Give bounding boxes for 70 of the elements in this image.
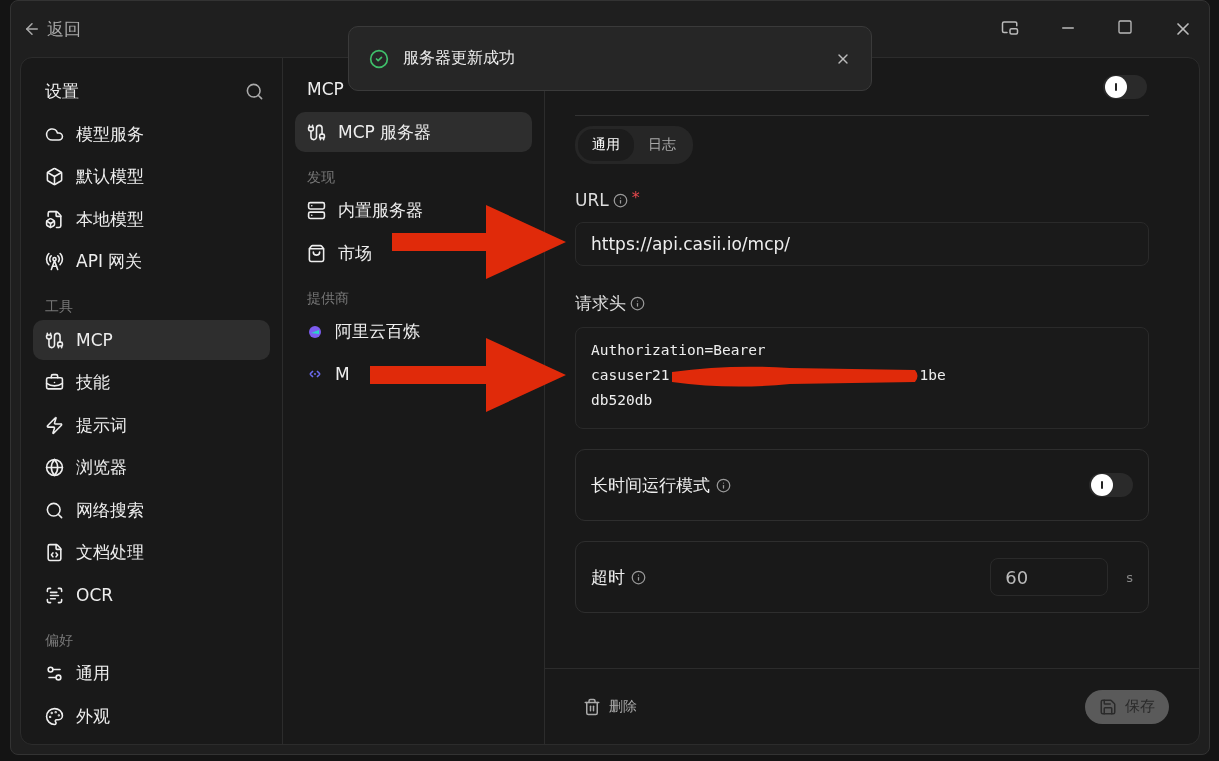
trash-icon — [583, 697, 601, 716]
globe-icon — [45, 458, 64, 477]
sidebar-item[interactable]: API 网关 — [33, 241, 270, 282]
info-icon[interactable] — [612, 192, 628, 208]
header-text: casuser21 — [591, 366, 670, 385]
sidebar-item[interactable]: 文档处理 — [33, 532, 270, 573]
briefcase-icon — [45, 373, 64, 392]
code-file-icon — [45, 543, 64, 562]
info-icon[interactable] — [631, 569, 646, 585]
save-icon — [1099, 697, 1117, 716]
field-label: URL — [575, 190, 609, 210]
sidebar-item[interactable]: 提示词 — [33, 405, 270, 445]
antenna-icon — [45, 252, 64, 271]
section-heading: 偏好 — [44, 630, 74, 650]
nav-item[interactable]: M — [295, 354, 362, 394]
setting-label: 超时 — [591, 565, 625, 589]
headers-field[interactable]: Authorization=Bearer casuser21 1be db520db — [575, 327, 1149, 429]
toggle-switch[interactable] — [1103, 74, 1147, 99]
header-text: Authorization=Bearer — [591, 341, 766, 360]
section-title: MCP — [307, 79, 344, 99]
nav-item[interactable]: 市场 — [295, 233, 384, 273]
tab[interactable]: 日志 — [634, 129, 690, 161]
plug-icon — [45, 330, 64, 350]
sidebar-item[interactable]: 网络搜索 — [33, 490, 270, 530]
delete-button[interactable]: 删除 — [577, 696, 643, 717]
cube-icon — [45, 167, 64, 186]
back-button[interactable]: 返回 — [23, 17, 81, 41]
required-mark: * — [631, 187, 640, 207]
field-label: 请求头 — [575, 292, 626, 315]
sidebar-item[interactable]: 本地模型 — [33, 199, 270, 239]
picture-in-picture-icon[interactable] — [1001, 19, 1019, 37]
sidebar-item[interactable]: 浏览器 — [33, 447, 270, 488]
shopping-bag-icon — [307, 243, 326, 263]
sidebar-item[interactable]: 模型服务 — [33, 114, 270, 154]
maximize-icon[interactable] — [1117, 19, 1133, 35]
sidebar-item[interactable]: 默认模型 — [33, 156, 270, 197]
search-icon — [45, 500, 64, 520]
sliders-icon — [45, 664, 64, 683]
search-icon[interactable] — [245, 81, 264, 101]
server-icon — [307, 201, 326, 220]
toast-message: 服务器更新成功 — [403, 48, 515, 69]
sidebar-item[interactable]: 技能 — [33, 362, 270, 403]
tab[interactable]: 通用 — [578, 129, 634, 161]
setting-label: 长时间运行模式 — [591, 473, 710, 497]
section-heading: 工具 — [44, 297, 74, 316]
header-text: db520db — [591, 391, 653, 410]
scan-icon — [45, 585, 64, 605]
nav-item[interactable]: 内置服务器 — [295, 190, 435, 231]
info-icon[interactable] — [630, 296, 645, 311]
sidebar-item[interactable]: 通用 — [33, 653, 270, 694]
nav-item[interactable]: 阿里云百炼 — [295, 311, 432, 352]
sidebar-item[interactable]: OCR — [33, 575, 270, 615]
palette-icon — [45, 706, 64, 726]
file-box-icon — [45, 209, 64, 229]
section-heading: 提供商 — [306, 288, 350, 308]
unit-label: s — [1126, 569, 1133, 585]
url-field[interactable]: https://api.casii.io/mcp/ — [575, 222, 1149, 266]
sidebar-item[interactable]: MCP — [33, 320, 270, 360]
provider-logo-icon — [307, 323, 323, 340]
sidebar-item[interactable]: 外观 — [33, 696, 270, 736]
plug-icon — [307, 122, 326, 142]
timeout-field[interactable]: 60 — [990, 558, 1109, 596]
sidebar-title: 设置 — [45, 79, 79, 103]
section-heading: 发现 — [306, 167, 336, 187]
lightning-icon — [45, 415, 64, 435]
toggle-switch[interactable] — [1089, 473, 1133, 497]
header-text: 1be — [919, 366, 946, 385]
info-icon[interactable] — [716, 477, 731, 493]
nav-item[interactable]: MCP 服务器 — [295, 112, 532, 152]
success-icon — [369, 48, 389, 69]
